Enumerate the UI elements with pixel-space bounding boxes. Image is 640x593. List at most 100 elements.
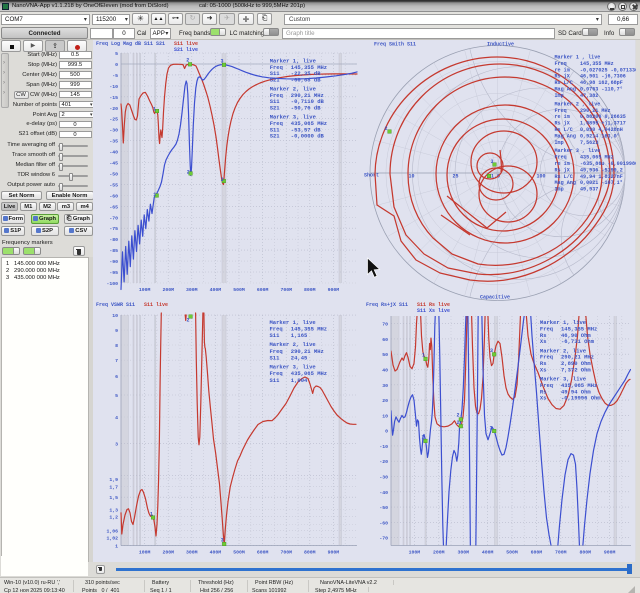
svg-text:-20: -20: [109, 106, 118, 112]
svg-text:1,2: 1,2: [109, 514, 118, 520]
svg-text:400M: 400M: [210, 550, 222, 556]
svg-text:-25: -25: [109, 117, 118, 123]
svg-text:600M: 600M: [257, 550, 269, 556]
svg-text:Rs jX: Rs jX: [555, 74, 571, 80]
svg-text:46,98 162,68pF: 46,98 162,68pF: [580, 80, 623, 86]
svg-text:3: 3: [490, 426, 493, 432]
svg-text:25: 25: [453, 174, 459, 180]
svg-text:1,3: 1,3: [109, 508, 118, 514]
svg-text:Freq VSWR S11: Freq VSWR S11: [96, 302, 135, 308]
svg-text:-635,86u -0,0019986: -635,86u -0,0019986: [580, 161, 636, 167]
svg-text:2: 2: [457, 412, 460, 418]
svg-text:-20: -20: [379, 459, 388, 465]
svg-text:Freq Rs+jX S11: Freq Rs+jX S11: [366, 302, 408, 308]
svg-text:-50: -50: [379, 505, 388, 511]
svg-text:Marker 1 , live: Marker 1 , live: [555, 55, 601, 61]
svg-text:-70: -70: [109, 215, 118, 221]
svg-text:300M: 300M: [186, 287, 198, 293]
svg-text:3: 3: [491, 159, 494, 165]
svg-text:S11: S11: [270, 332, 281, 339]
svg-text:0,0021 -107,1°: 0,0021 -107,1°: [580, 180, 623, 186]
svg-text:40: 40: [382, 368, 388, 374]
svg-text:-60: -60: [109, 193, 118, 199]
svg-text:900M: 900M: [604, 550, 616, 556]
svg-text:0: 0: [115, 62, 118, 68]
svg-text:20: 20: [382, 398, 388, 404]
svg-text:4: 4: [115, 415, 118, 421]
svg-text:-0,19996 Ohm: -0,19996 Ohm: [561, 395, 601, 402]
svg-text:Freq Log Mag dB S11 S21: Freq Log Mag dB S11 S21: [96, 41, 165, 47]
svg-text:400M: 400M: [210, 287, 222, 293]
svg-text:100: 100: [537, 174, 546, 180]
svg-text:2: 2: [186, 58, 189, 64]
svg-text:1,5: 1,5: [109, 495, 118, 501]
svg-text:-30: -30: [109, 128, 118, 134]
svg-text:50: 50: [382, 352, 388, 358]
svg-text:Short: Short: [364, 173, 379, 179]
svg-text:-15: -15: [109, 95, 118, 101]
svg-text:60: 60: [382, 337, 388, 343]
svg-text:600M: 600M: [257, 287, 269, 293]
svg-text:S11 live: S11 live: [144, 302, 168, 308]
svg-text:10: 10: [112, 313, 118, 319]
svg-text:Rs L/C: Rs L/C: [555, 174, 573, 180]
svg-text:-40: -40: [379, 490, 388, 496]
svg-text:700M: 700M: [280, 287, 292, 293]
svg-text:800M: 800M: [579, 550, 591, 556]
svg-text:5: 5: [115, 393, 118, 399]
svg-text:Imp: Imp: [555, 93, 564, 99]
svg-text:S21: S21: [270, 105, 281, 112]
svg-text:Rs jX: Rs jX: [555, 121, 571, 127]
svg-text:200M: 200M: [433, 550, 445, 556]
svg-text:-60,68 dB: -60,68 dB: [291, 76, 321, 83]
svg-text:Xs: Xs: [540, 395, 547, 402]
svg-text:Marker 3 , live: Marker 3 , live: [555, 148, 601, 154]
svg-text:-80: -80: [109, 237, 118, 243]
svg-text:-50,76 dB: -50,76 dB: [291, 105, 321, 112]
svg-text:S21: S21: [270, 133, 281, 140]
svg-text:0: 0: [385, 429, 388, 435]
svg-text:1: 1: [422, 352, 425, 358]
svg-text:1,02: 1,02: [106, 536, 118, 542]
svg-text:900M: 900M: [328, 287, 340, 293]
svg-text:1: 1: [150, 512, 153, 518]
svg-text:S11 Xs live: S11 Xs live: [417, 308, 450, 314]
svg-text:-5: -5: [112, 73, 118, 79]
svg-text:3: 3: [221, 538, 224, 544]
svg-text:100M: 100M: [139, 287, 151, 293]
svg-text:0,0763 -110,7°: 0,0763 -110,7°: [580, 87, 623, 93]
svg-text:-70: -70: [379, 536, 388, 542]
svg-text:-30: -30: [379, 475, 388, 481]
svg-text:Freq: Freq: [555, 61, 567, 67]
svg-text:290,21 MHz: 290,21 MHz: [580, 108, 611, 114]
svg-text:1,0899 +j1,3717: 1,0899 +j1,3717: [580, 121, 626, 127]
svg-text:100M: 100M: [409, 550, 421, 556]
svg-text:49,937: 49,937: [580, 187, 598, 193]
svg-text:Inductive: Inductive: [487, 42, 514, 48]
svg-text:-55: -55: [109, 182, 118, 188]
svg-text:Mag Ang: Mag Ang: [555, 133, 576, 139]
svg-text:-50: -50: [109, 172, 118, 178]
svg-text:2: 2: [187, 318, 190, 324]
svg-text:1: 1: [153, 192, 156, 198]
svg-text:200M: 200M: [162, 550, 174, 556]
svg-text:49,94 1,8327nF: 49,94 1,8327nF: [580, 174, 623, 180]
svg-text:8: 8: [115, 343, 118, 349]
svg-text:7: 7: [115, 358, 118, 364]
svg-text:Rs L/C: Rs L/C: [555, 80, 573, 86]
svg-text:Rs L/C: Rs L/C: [555, 127, 573, 133]
svg-text:1: 1: [422, 434, 425, 440]
svg-text:1,004: 1,004: [291, 377, 308, 384]
svg-text:Freq: Freq: [555, 108, 567, 114]
svg-text:100M: 100M: [139, 550, 151, 556]
svg-text:300M: 300M: [457, 550, 469, 556]
svg-text:3: 3: [490, 348, 493, 354]
svg-text:-100: -100: [106, 281, 118, 287]
svg-text:-75: -75: [109, 226, 118, 232]
svg-text:2: 2: [385, 126, 388, 132]
svg-text:0,090 4,0428nH: 0,090 4,0428nH: [580, 127, 623, 133]
svg-text:1,9: 1,9: [109, 477, 118, 483]
svg-text:500M: 500M: [233, 287, 245, 293]
svg-text:-35: -35: [109, 139, 118, 145]
svg-text:49,936 -5199,2: 49,936 -5199,2: [580, 167, 623, 173]
